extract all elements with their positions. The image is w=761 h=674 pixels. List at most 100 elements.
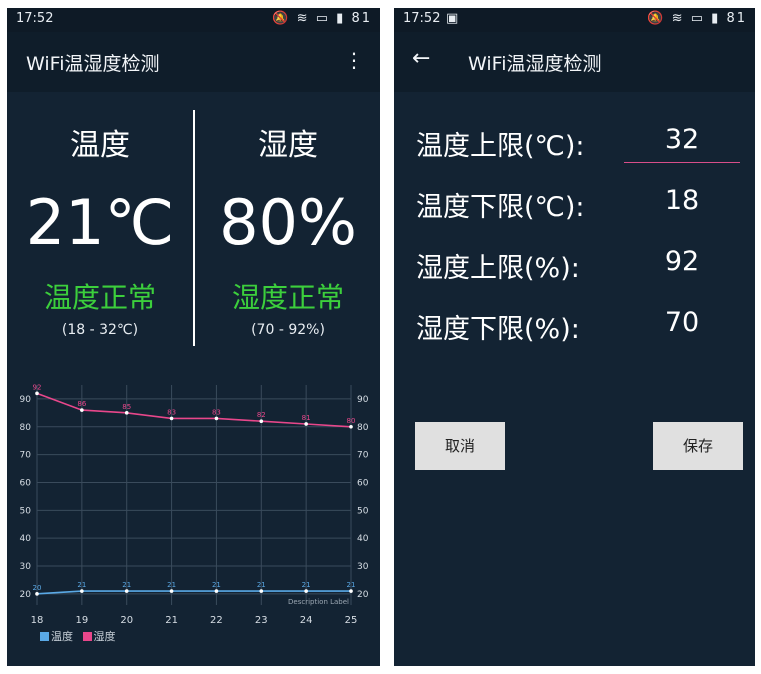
y-tick-label-left: 60 bbox=[20, 478, 32, 488]
data-label: 21 bbox=[167, 581, 176, 589]
humidity-upper-limit-label: 湿度上限(%): bbox=[416, 253, 580, 284]
temp-lower-limit-row: 温度下限(℃): 18 bbox=[416, 179, 746, 229]
data-point bbox=[259, 589, 264, 593]
temp-upper-limit-label: 温度上限(℃): bbox=[416, 131, 585, 162]
temperature-value: 21℃ bbox=[25, 186, 175, 259]
x-tick-label: 21 bbox=[165, 615, 178, 626]
temp-lower-limit-label: 温度下限(℃): bbox=[416, 192, 585, 223]
data-label: 83 bbox=[212, 408, 221, 416]
data-label: 21 bbox=[122, 581, 131, 589]
legend-humidity-swatch bbox=[82, 632, 92, 641]
y-tick-label-right: 20 bbox=[357, 590, 369, 600]
y-tick-label-left: 30 bbox=[20, 562, 32, 572]
app-bar: ← WiFi温湿度检测 bbox=[394, 32, 755, 92]
battery-icon: ▮ bbox=[711, 11, 721, 26]
data-point bbox=[35, 592, 39, 596]
humidity-range: (70 - 92%) bbox=[251, 322, 325, 338]
temperature-range: (18 - 32℃) bbox=[61, 322, 139, 338]
settings-screen: 17:52 ▣ 🔕 ≋ ▭ ▮ 81 ← WiFi温湿度检测 温度上限(℃): … bbox=[394, 8, 755, 666]
main-screen: 17:52 🔕 ≋ ▭ ▮ 81 WiFi温湿度检测 ⋮ 温度 21℃ 温度正常… bbox=[7, 8, 380, 666]
x-tick-label: 24 bbox=[300, 615, 313, 626]
y-tick-label-right: 60 bbox=[357, 478, 369, 488]
history-chart: 20 21 21 21 21 21 21 219286 8583 83 82 81 80 18 19 20 2… bbox=[20, 383, 369, 626]
app-bar: WiFi温湿度检测 ⋮ bbox=[7, 32, 380, 92]
sim-icon: ▭ bbox=[690, 11, 706, 26]
data-point bbox=[80, 589, 84, 593]
y-tick-label-left: 20 bbox=[20, 590, 32, 600]
image-notification-icon: ▣ bbox=[446, 11, 459, 26]
data-label: 82 bbox=[257, 411, 266, 419]
y-tick-label-right: 70 bbox=[357, 451, 369, 461]
humidity-panel: 湿度 80% 湿度正常 (70 - 92%) bbox=[195, 108, 380, 340]
data-label: 20 bbox=[33, 584, 42, 592]
data-label: 21 bbox=[302, 581, 311, 589]
data-point bbox=[304, 589, 308, 593]
status-time: 17:52 bbox=[16, 11, 54, 26]
data-label: 80 bbox=[347, 417, 356, 425]
legend-temp-label: 温度 bbox=[51, 630, 73, 643]
data-point bbox=[169, 589, 174, 593]
temperature-label: 温度 bbox=[70, 128, 130, 163]
data-point bbox=[304, 422, 308, 426]
more-options-icon[interactable]: ⋮ bbox=[344, 48, 364, 72]
x-tick-label: 18 bbox=[31, 615, 44, 626]
x-tick-label: 19 bbox=[75, 615, 88, 626]
y-tick-label-right: 30 bbox=[357, 562, 369, 572]
data-label: 85 bbox=[122, 403, 131, 411]
data-point bbox=[214, 416, 219, 421]
data-point bbox=[35, 391, 39, 396]
app-title: WiFi温湿度检测 bbox=[26, 53, 160, 75]
humidity-upper-limit-row: 湿度上限(%): 92 bbox=[416, 240, 746, 290]
humidity-status: 湿度正常 bbox=[231, 281, 344, 314]
app-title: WiFi温湿度检测 bbox=[468, 53, 602, 75]
humidity-upper-limit-input[interactable]: 92 bbox=[624, 240, 740, 284]
temp-lower-limit-input[interactable]: 18 bbox=[624, 179, 740, 223]
y-tick-label-left: 70 bbox=[20, 451, 32, 461]
data-label: 21 bbox=[347, 581, 356, 589]
data-label: 21 bbox=[257, 581, 266, 589]
x-tick-label: 20 bbox=[120, 615, 133, 626]
data-point bbox=[124, 589, 129, 593]
y-tick-label-right: 50 bbox=[357, 506, 369, 516]
data-point bbox=[349, 589, 353, 593]
y-tick-label-left: 40 bbox=[20, 534, 32, 544]
data-label: 86 bbox=[77, 400, 86, 408]
data-point bbox=[124, 411, 129, 415]
data-point bbox=[259, 419, 264, 424]
data-point bbox=[169, 416, 174, 421]
y-tick-label-right: 40 bbox=[357, 534, 369, 544]
mute-icon: 🔕 bbox=[647, 11, 666, 26]
x-tick-label: 22 bbox=[210, 615, 223, 626]
status-time: 17:52 bbox=[403, 11, 441, 26]
cancel-button[interactable]: 取消 bbox=[415, 422, 505, 470]
humidity-value: 80% bbox=[219, 186, 357, 259]
data-label: 21 bbox=[77, 581, 86, 589]
legend-temp-swatch bbox=[40, 632, 49, 641]
humidity-lower-limit-input[interactable]: 70 bbox=[624, 301, 740, 345]
data-point bbox=[349, 424, 353, 429]
temperature-status: 温度正常 bbox=[43, 281, 156, 314]
temp-upper-limit-input[interactable]: 32 bbox=[624, 118, 740, 163]
temperature-panel: 温度 21℃ 温度正常 (18 - 32℃) bbox=[7, 108, 193, 340]
status-bar: 17:52 ▣ 🔕 ≋ ▭ ▮ 81 bbox=[394, 8, 755, 32]
data-label: 92 bbox=[33, 383, 42, 391]
y-tick-label-left: 90 bbox=[20, 395, 32, 405]
back-arrow-icon[interactable]: ← bbox=[412, 46, 430, 71]
temp-upper-limit-row: 温度上限(℃): 32 bbox=[416, 118, 746, 168]
chart-legend: 温度 湿度 bbox=[40, 628, 116, 644]
humidity-lower-limit-row: 湿度下限(%): 70 bbox=[416, 301, 746, 351]
status-bar: 17:52 🔕 ≋ ▭ ▮ 81 bbox=[7, 8, 380, 32]
y-tick-label-left: 50 bbox=[20, 506, 32, 516]
x-tick-label: 25 bbox=[345, 615, 358, 626]
battery-level: 81 bbox=[351, 11, 372, 26]
sim-icon: ▭ bbox=[315, 11, 331, 26]
save-button[interactable]: 保存 bbox=[653, 422, 743, 470]
y-tick-label-right: 90 bbox=[357, 395, 369, 405]
wifi-icon: ≋ bbox=[296, 11, 310, 26]
y-tick-label-left: 80 bbox=[20, 423, 32, 433]
x-tick-label: 23 bbox=[255, 615, 268, 626]
chart-description: Description Label bbox=[288, 598, 349, 606]
wifi-icon: ≋ bbox=[671, 11, 685, 26]
humidity-lower-limit-label: 湿度下限(%): bbox=[416, 314, 580, 345]
data-point bbox=[214, 589, 219, 593]
